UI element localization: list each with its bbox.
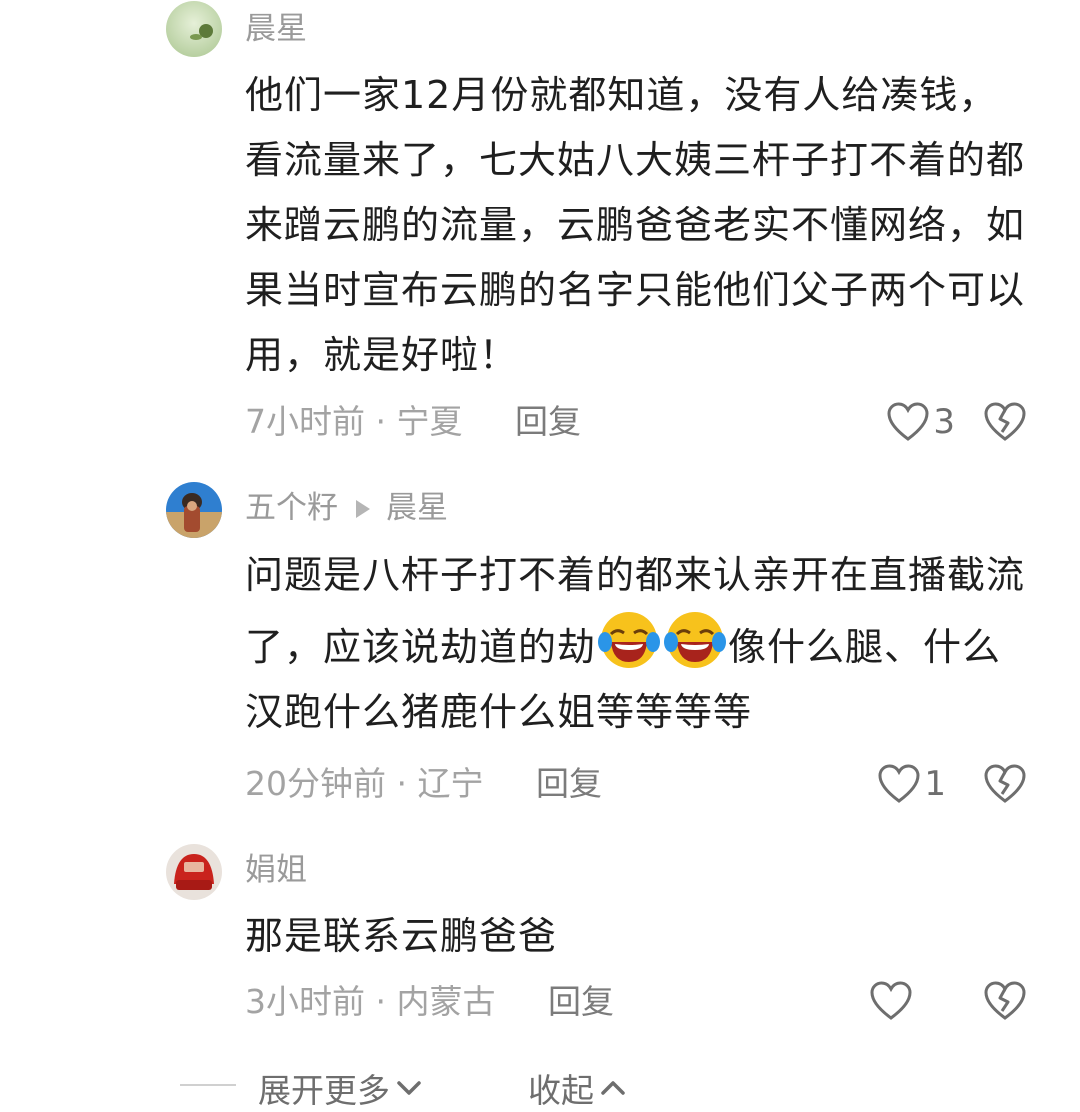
- dislike-button[interactable]: [984, 981, 1026, 1025]
- expand-more-button[interactable]: 展开更多: [258, 1064, 422, 1112]
- chevron-up-icon: [601, 1081, 625, 1095]
- meta-separator: ·: [396, 764, 418, 803]
- comment-time: 20分钟前: [245, 764, 386, 803]
- comment-location: 宁夏: [396, 402, 463, 441]
- collapse-button[interactable]: 收起: [528, 1064, 626, 1112]
- avatar[interactable]: [166, 844, 222, 900]
- comment-author[interactable]: 娟姐: [245, 855, 307, 886]
- comment-meta: 7小时前 · 宁夏 回复: [245, 405, 581, 438]
- comment-author[interactable]: 五个籽: [245, 493, 338, 524]
- reply-button[interactable]: 回复: [536, 764, 602, 803]
- avatar[interactable]: [166, 1, 222, 57]
- comment-text: 问题是八杆子打不着的都来认亲开在直播截流了，应该说劫道的劫 像什么腿、什么汉跑什…: [245, 553, 1026, 734]
- chevron-down-icon: [397, 1081, 421, 1095]
- comment-meta: 3小时前 · 内蒙古 回复: [245, 985, 614, 1018]
- comment-location: 辽宁: [417, 764, 484, 803]
- meta-separator: ·: [375, 402, 397, 441]
- dislike-button[interactable]: [984, 402, 1026, 446]
- comment-time: 7小时前: [245, 402, 365, 441]
- reply-button[interactable]: 回复: [548, 982, 614, 1021]
- comment-author[interactable]: 晨星: [245, 14, 307, 45]
- divider: [180, 1084, 236, 1086]
- comment-author-row: 五个籽 晨星: [245, 493, 448, 524]
- comment-location: 内蒙古: [396, 982, 496, 1021]
- broken-heart-icon: [984, 981, 1026, 1020]
- broken-heart-icon: [984, 764, 1026, 803]
- heart-icon: [878, 764, 920, 803]
- reply-button[interactable]: 回复: [515, 402, 581, 441]
- comment-text: 那是联系云鹏爸爸: [245, 914, 558, 958]
- heart-icon: [870, 981, 912, 1020]
- crying-laughing-emoji-icon: [664, 612, 727, 668]
- comment-meta: 20分钟前 · 辽宁 回复: [245, 767, 602, 800]
- dislike-button[interactable]: [984, 764, 1026, 808]
- comment-time: 3小时前: [245, 982, 365, 1021]
- like-button[interactable]: 3: [887, 402, 955, 442]
- avatar[interactable]: [166, 482, 222, 538]
- like-count: 1: [924, 764, 946, 804]
- like-button[interactable]: [870, 981, 916, 1021]
- like-count: 3: [933, 402, 955, 442]
- heart-icon: [887, 402, 929, 441]
- crying-laughing-emoji-icon: [598, 612, 661, 668]
- meta-separator: ·: [375, 982, 397, 1021]
- reply-to-author[interactable]: 晨星: [386, 493, 448, 524]
- reply-to-arrow-icon: [356, 499, 370, 518]
- replies-footer: 展开更多 收起: [0, 1058, 1080, 1110]
- like-button[interactable]: 1: [878, 764, 946, 804]
- broken-heart-icon: [984, 402, 1026, 441]
- comment-text: 他们一家12月份就都知道，没有人给凑钱，看流量来了，七大姑八大姨三杆子打不着的都…: [245, 73, 1026, 377]
